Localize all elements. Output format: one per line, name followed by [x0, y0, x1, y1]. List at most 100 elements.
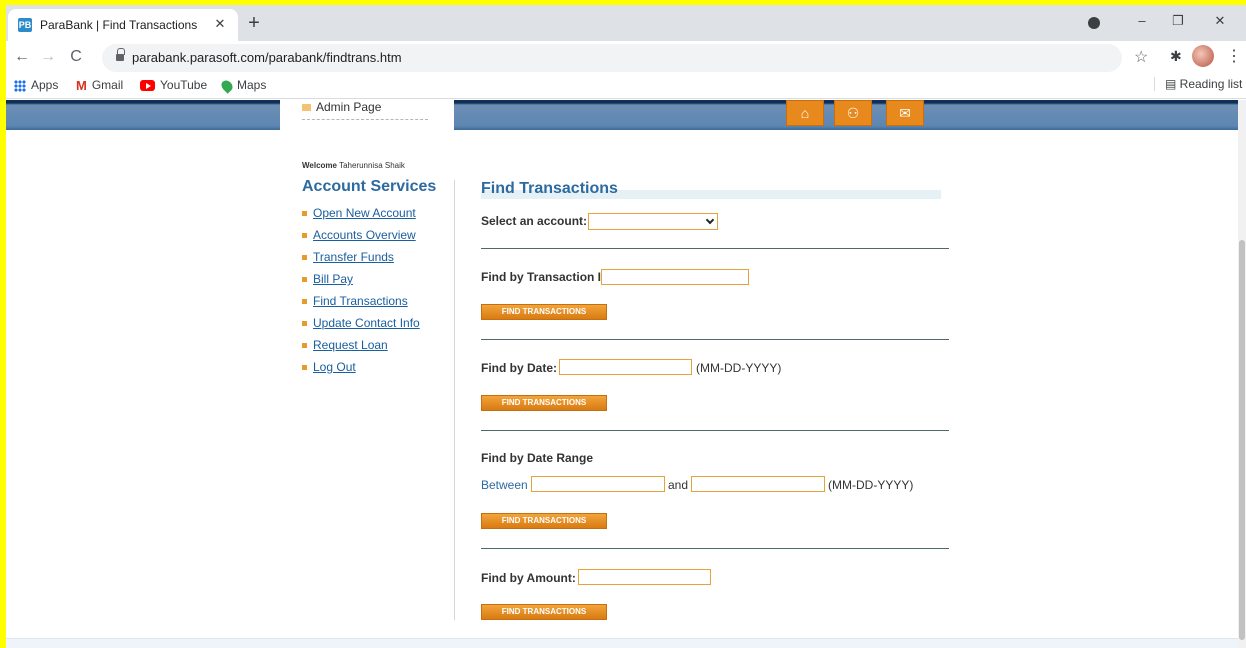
apps-grid-icon [14, 79, 26, 92]
bookmark-label: Maps [237, 78, 267, 92]
admin-page-link[interactable]: Admin Page [302, 100, 428, 120]
reading-list-icon: ▤ [1165, 77, 1180, 91]
reading-list-button[interactable]: ▤ Reading list [1154, 77, 1242, 91]
amount-input[interactable] [578, 569, 711, 585]
bookmark-apps[interactable]: Apps [14, 78, 58, 92]
find-by-date-button[interactable]: FIND TRANSACTIONS [481, 395, 607, 411]
back-arrow-icon[interactable]: ← [12, 47, 32, 67]
date-range-label: Find by Date Range [481, 451, 594, 465]
bullet-icon [302, 299, 307, 305]
bill-pay-link[interactable]: Bill Pay [313, 272, 353, 286]
close-window-button[interactable]: ✕ [1208, 11, 1232, 31]
browser-toolbar: ← → C parabank.parasoft.com/parabank/fin… [6, 41, 1246, 73]
parabank-favicon-icon: PB [18, 18, 32, 32]
bullet-icon [302, 365, 307, 371]
list-item: Accounts Overview [302, 228, 420, 250]
section-divider [481, 548, 949, 549]
list-item: Find Transactions [302, 294, 420, 316]
range-format-hint: (MM-DD-YYYY) [828, 478, 914, 492]
section-divider [481, 339, 949, 340]
bookmark-gmail[interactable]: M Gmail [76, 78, 123, 93]
address-bar[interactable]: parabank.parasoft.com/parabank/findtrans… [102, 44, 1122, 72]
transfer-funds-link[interactable]: Transfer Funds [313, 250, 394, 264]
maps-pin-icon [219, 78, 235, 94]
bullet-icon [302, 233, 307, 239]
tab-strip: PB ParaBank | Find Transactions ✕ + – ❐ … [6, 5, 1246, 41]
date-format-hint: (MM-DD-YYYY) [696, 361, 782, 375]
bookmark-maps[interactable]: Maps [219, 78, 267, 94]
vertical-scrollbar[interactable] [1238, 100, 1246, 648]
find-by-amount-button[interactable]: FIND TRANSACTIONS [481, 604, 607, 620]
bookmark-label: YouTube [160, 78, 208, 92]
contact-icon[interactable]: ✉ [886, 100, 924, 126]
update-contact-info-link[interactable]: Update Contact Info [313, 316, 420, 330]
home-icon[interactable]: ⌂ [786, 100, 824, 126]
bullet-icon [302, 277, 307, 283]
account-select[interactable] [588, 213, 718, 230]
browser-tab[interactable]: PB ParaBank | Find Transactions ✕ [8, 9, 238, 41]
footer-band [6, 638, 1238, 648]
welcome-text: Welcome Taherunnisa Shaik [302, 161, 405, 170]
reload-icon[interactable]: C [66, 47, 86, 67]
page-title: Find Transactions [481, 180, 618, 197]
user-name: Taherunnisa Shaik [339, 161, 405, 170]
bookmark-youtube[interactable]: YouTube [140, 78, 207, 92]
site-header-band [6, 100, 1238, 130]
and-label: and [668, 478, 689, 492]
find-by-range-button[interactable]: FIND TRANSACTIONS [481, 513, 607, 529]
amount-label: Find by Amount: [481, 571, 576, 585]
log-out-link[interactable]: Log Out [313, 360, 356, 374]
date-input[interactable] [559, 359, 692, 375]
profile-menu-icon[interactable] [1088, 17, 1100, 29]
bullet-icon [302, 104, 311, 112]
reading-list-label: Reading list [1179, 77, 1243, 91]
accounts-overview-link[interactable]: Accounts Overview [313, 228, 416, 242]
chevron-down-icon [705, 215, 715, 225]
admin-page-label: Admin Page [316, 100, 382, 114]
minimize-button[interactable]: – [1130, 11, 1154, 31]
to-date-input[interactable] [691, 476, 825, 492]
list-item: Transfer Funds [302, 250, 420, 272]
list-item: Open New Account [302, 206, 420, 228]
section-divider [481, 248, 949, 249]
scrollbar-thumb[interactable] [1239, 240, 1245, 640]
from-date-input[interactable] [531, 476, 665, 492]
restore-button[interactable]: ❐ [1166, 11, 1190, 31]
transaction-id-input[interactable] [601, 269, 749, 285]
bookmark-star-icon[interactable]: ☆ [1134, 47, 1148, 67]
bookmark-label: Apps [31, 78, 59, 92]
tab-close-icon[interactable]: ✕ [212, 16, 228, 32]
list-item: Log Out [302, 360, 420, 382]
about-icon[interactable]: ⚇ [834, 100, 872, 126]
list-item: Update Contact Info [302, 316, 420, 338]
find-transactions-link[interactable]: Find Transactions [313, 294, 408, 308]
extensions-puzzle-icon[interactable]: ✱ [1170, 48, 1182, 65]
lock-icon [116, 48, 125, 62]
tab-title: ParaBank | Find Transactions [40, 18, 198, 32]
between-label: Between [481, 478, 528, 492]
welcome-label: Welcome [302, 161, 337, 170]
account-services-list: Open New Account Accounts Overview Trans… [302, 206, 420, 382]
account-services-title: Account Services [302, 178, 437, 195]
bullet-icon [302, 343, 307, 349]
bullet-icon [302, 321, 307, 327]
bullet-icon [302, 255, 307, 261]
bookmark-label: Gmail [91, 78, 124, 92]
find-by-id-button[interactable]: FIND TRANSACTIONS [481, 304, 607, 320]
open-new-account-link[interactable]: Open New Account [313, 206, 416, 220]
profile-avatar[interactable] [1192, 45, 1214, 67]
gmail-icon: M [76, 78, 87, 94]
list-item: Bill Pay [302, 272, 420, 294]
page-viewport: Admin Page ⌂ ⚇ ✉ Welcome Taherunnisa Sha… [6, 100, 1246, 648]
select-account-label: Select an account: [481, 214, 588, 228]
request-loan-link[interactable]: Request Loan [313, 338, 388, 352]
forward-arrow-icon[interactable]: → [38, 47, 58, 67]
browser-menu-icon[interactable]: ⋮ [1226, 46, 1242, 66]
transaction-id-label: Find by Transaction ID: [481, 270, 614, 284]
new-tab-button[interactable]: + [244, 13, 264, 33]
bookmarks-bar: Apps M Gmail YouTube Maps ▤ Reading list [6, 73, 1246, 99]
list-item: Request Loan [302, 338, 420, 360]
bullet-icon [302, 211, 307, 217]
browser-window: PB ParaBank | Find Transactions ✕ + – ❐ … [6, 5, 1246, 648]
url-text: parabank.parasoft.com/parabank/findtrans… [132, 50, 402, 65]
